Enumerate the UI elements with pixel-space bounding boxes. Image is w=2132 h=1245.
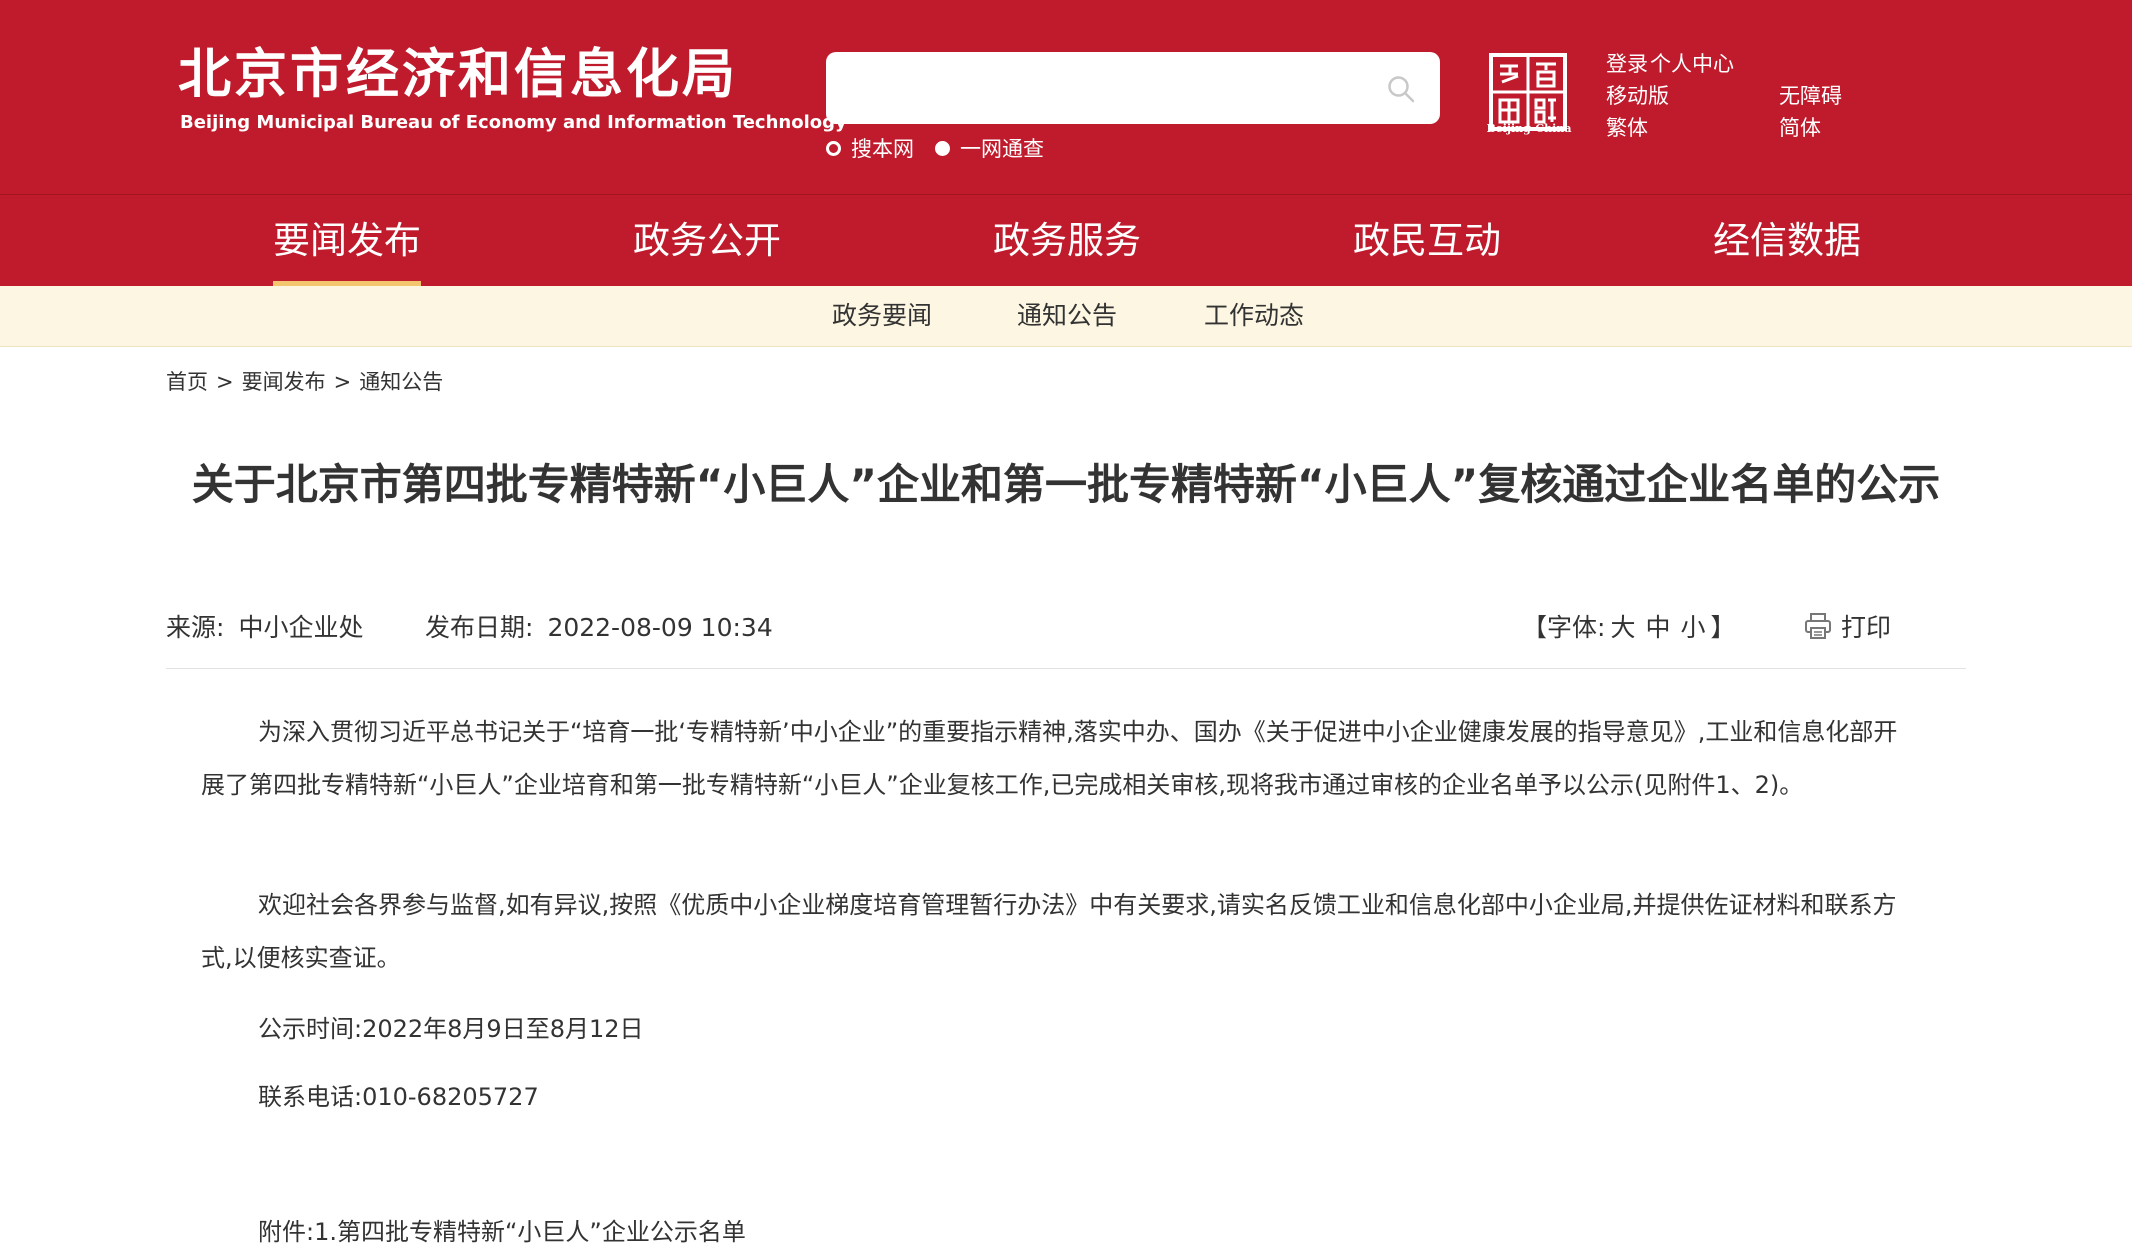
- breadcrumb-separator: >: [216, 370, 234, 394]
- nav-item-data[interactable]: 经信数据: [1713, 195, 1861, 286]
- site-header: 北京市经济和信息化局 Beijing Municipal Bureau of E…: [0, 0, 2132, 195]
- font-size-label-close: 】: [1710, 613, 1736, 642]
- article-date: 发布日期: 2022-08-09 10:34: [425, 608, 773, 644]
- breadcrumb-news[interactable]: 要闻发布: [242, 370, 326, 394]
- meta-divider: [166, 668, 1966, 669]
- radio-checked-icon: [935, 140, 950, 156]
- print-label: 打印: [1841, 613, 1892, 642]
- font-size-large[interactable]: 大: [1610, 613, 1635, 642]
- subnav-item-news[interactable]: 政务要闻: [832, 286, 932, 346]
- main-nav: 要闻发布 政务公开 政务服务 政民互动 经信数据: [0, 195, 2132, 286]
- breadcrumb-home[interactable]: 首页: [166, 370, 208, 394]
- accessibility-link[interactable]: 无障碍: [1779, 80, 1842, 110]
- date-value: 2022-08-09 10:34: [547, 613, 773, 642]
- subnav-item-work-updates[interactable]: 工作动态: [1204, 286, 1304, 346]
- subnav-item-notices[interactable]: 通知公告: [1017, 286, 1117, 346]
- simplified-chinese-link[interactable]: 简体: [1779, 112, 1821, 142]
- sub-nav: 政务要闻 通知公告 工作动态: [0, 286, 2132, 347]
- search-option-all[interactable]: 一网通查: [935, 134, 1044, 162]
- source-label: 来源:: [166, 613, 225, 642]
- source-value: 中小企业处: [238, 613, 364, 642]
- capital-logo-caption: Beijing-China: [1486, 122, 1572, 135]
- publicity-time: 公示时间:2022年8月9日至8月12日: [258, 1015, 644, 1043]
- radio-unchecked-icon: [826, 140, 841, 156]
- search-option-all-label: 一网通查: [960, 137, 1044, 161]
- date-label: 发布日期:: [425, 613, 534, 642]
- nav-item-government-affairs[interactable]: 政务公开: [633, 195, 781, 286]
- font-size-medium[interactable]: 中: [1645, 613, 1670, 642]
- breadcrumb-notices[interactable]: 通知公告: [359, 370, 443, 394]
- page: 北京市经济和信息化局 Beijing Municipal Bureau of E…: [0, 0, 2132, 1245]
- article-paragraph: 欢迎社会各界参与监督,如有异议,按照《优质中小企业梯度培育管理暂行办法》中有关要…: [201, 891, 1897, 972]
- attachment-link[interactable]: 附件:1.第四批专精特新“小巨人”企业公示名单: [258, 1212, 746, 1245]
- search-option-site[interactable]: 搜本网: [826, 134, 914, 162]
- nav-item-government-services[interactable]: 政务服务: [993, 195, 1141, 286]
- font-size-label-open: 【字体:: [1522, 613, 1606, 642]
- search-box: [826, 52, 1440, 126]
- font-size-small[interactable]: 小: [1680, 613, 1705, 642]
- breadcrumb: 首页 > 要闻发布 > 通知公告: [166, 366, 443, 396]
- traditional-chinese-link[interactable]: 繁体: [1606, 112, 1648, 142]
- mobile-version-link[interactable]: 移动版: [1606, 80, 1669, 110]
- search-option-site-label: 搜本网: [851, 137, 914, 161]
- login-link[interactable]: 登录: [1606, 48, 1648, 78]
- personal-center-link[interactable]: 个人中心: [1650, 48, 1734, 78]
- contact-phone: 联系电话:010-68205727: [258, 1083, 539, 1111]
- article-title: 关于北京市第四批专精特新“小巨人”企业和第一批专精特新“小巨人”复核通过企业名单…: [191, 460, 1941, 509]
- search-icon[interactable]: [1386, 74, 1416, 104]
- nav-item-news[interactable]: 要闻发布: [273, 195, 421, 286]
- search-input[interactable]: [842, 52, 1366, 126]
- site-logo-title[interactable]: 北京市经济和信息化局: [178, 42, 738, 108]
- site-logo-subtitle: Beijing Municipal Bureau of Economy and …: [180, 112, 847, 133]
- font-size-controls: 【字体: 大中小】: [1522, 608, 1736, 644]
- breadcrumb-separator: >: [333, 370, 352, 394]
- article-paragraph: 为深入贯彻习近平总书记关于“培育一批‘专精特新’中小企业”的重要指示精神,落实中…: [201, 718, 1898, 799]
- article-source: 来源: 中小企业处: [166, 608, 363, 644]
- print-button[interactable]: 打印: [1803, 608, 1891, 644]
- nav-item-interaction[interactable]: 政民互动: [1353, 195, 1501, 286]
- printer-icon: [1805, 613, 1831, 639]
